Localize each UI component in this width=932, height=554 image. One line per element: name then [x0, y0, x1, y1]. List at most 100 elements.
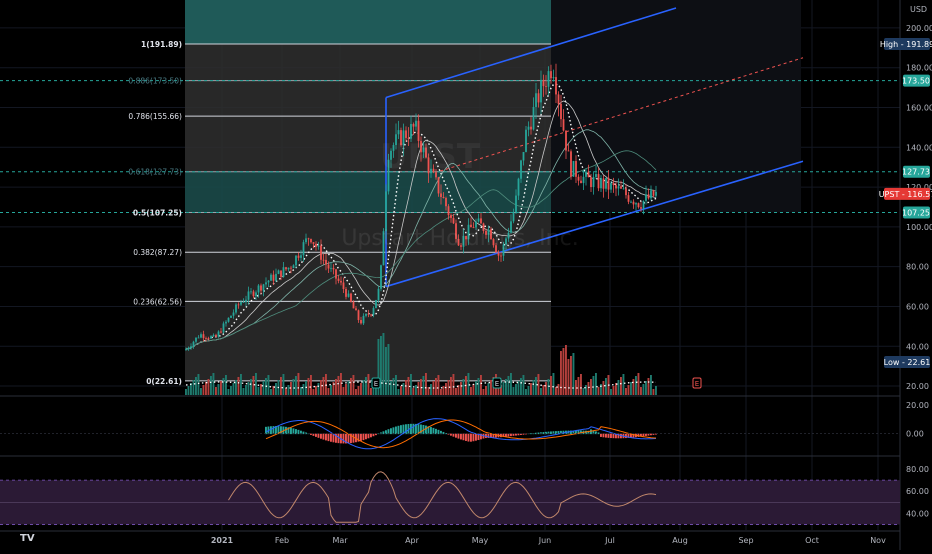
macd-histogram-bar [390, 428, 392, 435]
candle-body [192, 341, 195, 347]
volume-bar [310, 375, 312, 395]
candle-body [562, 119, 565, 131]
candle-body [292, 265, 295, 269]
candle-body [547, 71, 550, 87]
candle-body [632, 201, 635, 205]
candle-body [557, 94, 560, 104]
time-tick-label: Nov [870, 536, 886, 545]
rsi-tick-label: 80.00 [906, 465, 929, 474]
volume-bar [360, 383, 362, 395]
candle-body [302, 242, 305, 256]
volume-bar [192, 380, 195, 395]
time-tick-label: Apr [405, 536, 420, 545]
volume-bar [527, 386, 530, 395]
candle-body [512, 212, 515, 222]
candle-body [212, 334, 215, 337]
volume-bar [470, 387, 472, 395]
volume-bar [405, 380, 407, 395]
price-tick-label: 160.00 [906, 103, 932, 112]
candle-body [260, 285, 262, 291]
volume-bar [252, 376, 255, 395]
volume-bar [362, 380, 365, 395]
chart-canvas[interactable]: 1(191.89) 0.886(173.50) 0.786(155.66) 0.618… [0, 0, 932, 550]
candle-body [415, 120, 417, 127]
volume-bar [640, 387, 642, 395]
fib-level-label: 1(191.89) [141, 40, 182, 49]
volume-bar [247, 382, 250, 395]
candle-body [240, 302, 242, 305]
macd-histogram-bar [430, 427, 432, 435]
macd-histogram-bar [465, 433, 467, 441]
candle-body [527, 126, 530, 130]
volume-bar [645, 381, 647, 395]
time-tick-label: Jun [538, 536, 552, 545]
volume-bar [440, 389, 442, 395]
volume-bar [547, 379, 550, 395]
candle-body [235, 304, 237, 313]
volume-bar [395, 375, 397, 395]
macd-histogram-bar [605, 433, 607, 438]
volume-bar [357, 386, 360, 395]
volume-bar [307, 378, 310, 395]
volume-bar [260, 384, 262, 395]
volume-bar [195, 377, 197, 395]
candle-body [247, 291, 250, 300]
volume-bar [570, 356, 572, 395]
macd-histogram-bar [650, 433, 652, 436]
volume-bar [550, 376, 552, 395]
volume-bar [347, 381, 350, 395]
volume-bar [507, 376, 510, 395]
volume-bar [412, 388, 415, 395]
volume-bar [512, 387, 515, 395]
volume-bar [480, 375, 482, 395]
candle-body [295, 255, 297, 266]
candle-body [550, 71, 552, 79]
volume-bar [232, 383, 235, 395]
macd-histogram-bar [432, 427, 435, 435]
fib-level-label: 0(22.61) [146, 377, 182, 386]
volume-bar [620, 377, 622, 395]
volume-bar [580, 374, 582, 395]
candle-body [342, 282, 345, 289]
candle-body [480, 218, 482, 224]
time-tick-label: Sep [738, 536, 753, 545]
macd-histogram-bar [625, 433, 627, 439]
macd-tick-label: 20.00 [906, 401, 929, 410]
candle-body [222, 323, 225, 333]
volume-bar [397, 389, 400, 395]
candle-body [185, 349, 187, 351]
candle-body [477, 218, 480, 222]
volume-bar [445, 383, 447, 395]
candle-body [525, 129, 527, 152]
watermark-symbol: UPST [380, 137, 481, 177]
volume-bar [367, 374, 370, 395]
candle-body [447, 206, 450, 216]
candle-body [522, 151, 525, 161]
macd-histogram-bar [590, 429, 592, 435]
candle-body [625, 188, 627, 196]
candle-body [307, 238, 310, 240]
macd-histogram-bar [412, 423, 415, 435]
volume-bar [535, 377, 537, 395]
volume-bar [582, 388, 585, 395]
earnings-marker-label: E [695, 380, 699, 388]
volume-bar [555, 387, 557, 395]
volume-bar [245, 385, 247, 395]
macd-histogram-bar [290, 427, 292, 435]
macd-tick-label: 0.00 [906, 430, 924, 439]
chart-svg[interactable]: 1(191.89) 0.886(173.50) 0.786(155.66) 0.618… [0, 0, 932, 550]
volume-bar [482, 389, 485, 395]
macd-histogram-bar [392, 427, 395, 435]
candle-body [322, 259, 325, 261]
candle-body [270, 274, 272, 281]
macd-histogram-bar [530, 433, 532, 435]
volume-bar [225, 375, 227, 395]
volume-bar [215, 387, 217, 395]
volume-bar [477, 378, 480, 395]
volume-bar [485, 386, 487, 395]
volume-bar [270, 389, 272, 395]
candle-body [320, 245, 322, 260]
macd-histogram-bar [342, 433, 345, 444]
volume-bar [520, 378, 522, 395]
candle-body [597, 174, 600, 189]
